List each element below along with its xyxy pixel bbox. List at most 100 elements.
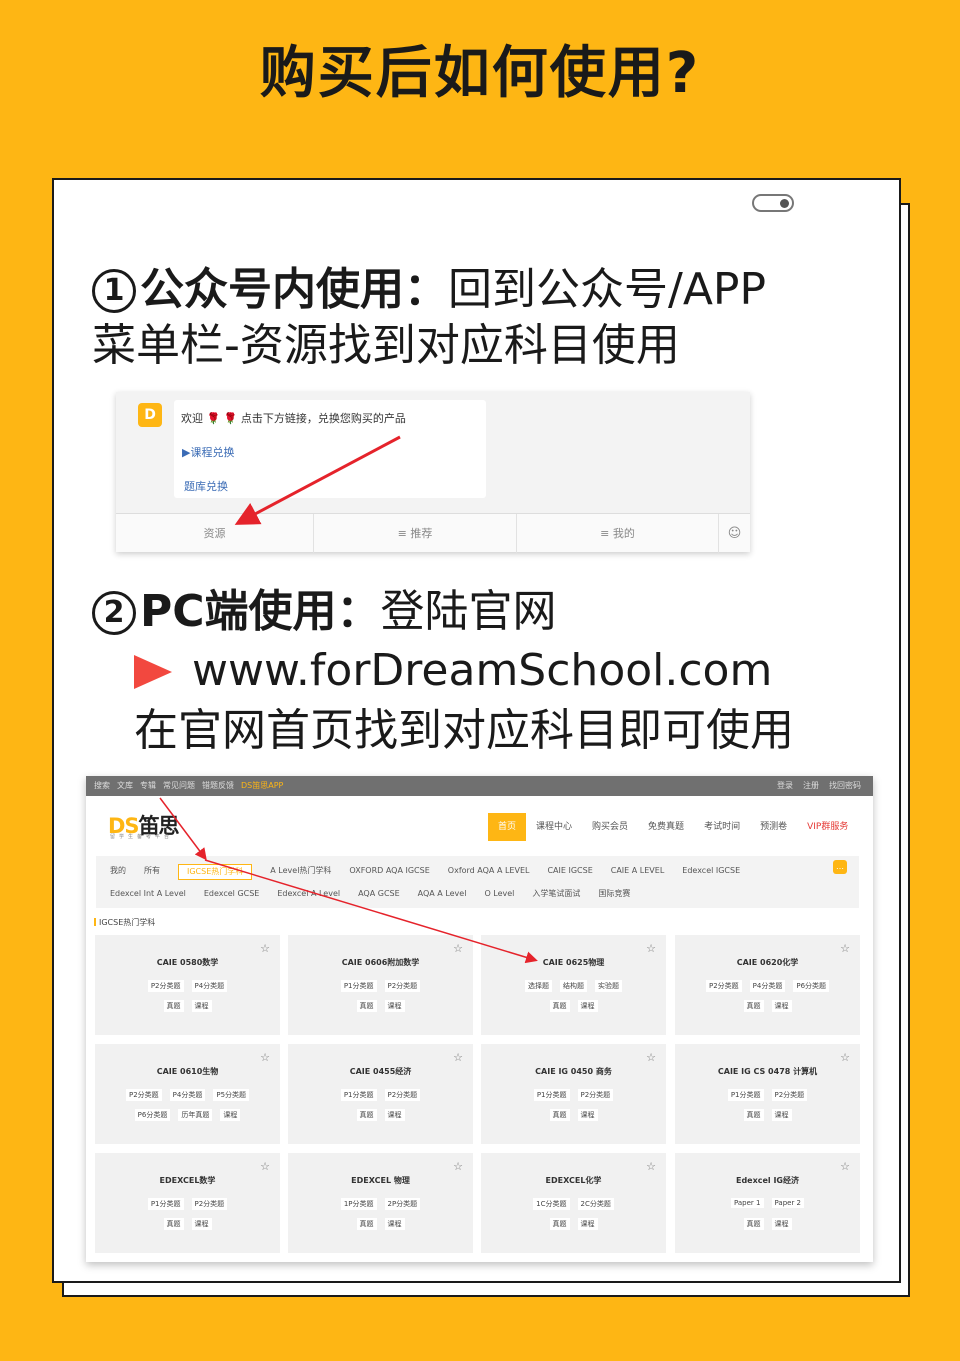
tile-link[interactable]: 选择题 [525,980,552,992]
tile-link[interactable]: 真题 [549,1000,570,1012]
favorite-star-icon[interactable]: ☆ [453,1160,463,1173]
subject-tile[interactable]: ☆ CAIE 0625物理 选择题 结构题 实验题 真题 课程 [481,935,666,1035]
tile-link[interactable]: 结构题 [560,980,587,992]
subject-tile[interactable]: ☆ CAIE 0620化学 P2分类题 P4分类题 P6分类题 真题 课程 [675,935,860,1035]
subject-tab[interactable]: AQA GCSE [358,887,400,901]
favorite-star-icon[interactable]: ☆ [260,1160,270,1173]
menu-item-mine[interactable]: ≡ 我的 [517,514,719,553]
topbar-link[interactable]: 专辑 [140,781,156,790]
subject-tab[interactable]: CAIE A LEVEL [611,864,665,880]
tile-link[interactable]: P1分类题 [147,1198,184,1210]
topbar-link[interactable]: 搜索 [94,781,110,790]
topbar-app-link[interactable]: DS笛思APP [241,781,283,790]
topbar-account-link[interactable]: 登录 [777,781,793,790]
tile-link[interactable]: 1P分类题 [340,1198,377,1210]
subject-tile[interactable]: ☆ EDEXCEL数学 P1分类题 P2分类题 真题 课程 [95,1153,280,1253]
subject-tab[interactable]: A Level热门学科 [270,864,331,880]
tile-link[interactable]: P4分类题 [169,1089,206,1101]
favorite-star-icon[interactable]: ☆ [646,1160,656,1173]
tile-link[interactable]: 课程 [771,1000,792,1012]
subject-tab[interactable]: O Level [484,887,514,901]
favorite-star-icon[interactable]: ☆ [840,1051,850,1064]
subject-tab[interactable]: IGCSE热门学科 [178,864,253,880]
tile-link[interactable]: 课程 [771,1109,792,1121]
tile-link[interactable]: P1分类题 [340,1089,377,1101]
tile-link[interactable]: 课程 [771,1218,792,1230]
subject-tab[interactable]: Edexcel GCSE [204,887,260,901]
tile-link[interactable]: P5分类题 [213,1089,250,1101]
subject-tab[interactable]: OXFORD AQA IGCSE [349,864,429,880]
tile-link[interactable]: P1分类题 [340,980,377,992]
subject-tile[interactable]: ☆ CAIE 0455经济 P1分类题 P2分类题 真题 课程 [288,1044,473,1144]
favorite-star-icon[interactable]: ☆ [646,1051,656,1064]
tile-link[interactable]: P1分类题 [727,1089,764,1101]
subject-tab[interactable]: 国际竞赛 [598,887,630,901]
nav-item[interactable]: 首页 [488,813,527,841]
topbar-account-link[interactable]: 注册 [803,781,819,790]
subject-tab[interactable]: 我的 [110,864,126,880]
tile-link[interactable]: 2P分类题 [384,1198,421,1210]
favorite-star-icon[interactable]: ☆ [840,1160,850,1173]
tile-link[interactable]: P2分类题 [384,980,421,992]
tile-link[interactable]: 课程 [191,1218,212,1230]
tile-link[interactable]: 真题 [743,1218,764,1230]
tile-link[interactable]: 课程 [220,1109,241,1121]
tile-link[interactable]: 课程 [384,1000,405,1012]
tile-link[interactable]: 真题 [356,1000,377,1012]
nav-item[interactable]: 预测卷 [750,813,797,841]
subject-tab[interactable]: Edexcel Int A Level [110,887,186,901]
tile-link[interactable]: P4分类题 [749,980,786,992]
favorite-star-icon[interactable]: ☆ [260,1051,270,1064]
topbar-account-link[interactable]: 找回密码 [829,781,861,790]
tile-link[interactable]: P1分类题 [533,1089,570,1101]
tile-link[interactable]: 真题 [743,1000,764,1012]
subject-tab[interactable]: Edexcel IGCSE [682,864,740,880]
tile-link[interactable]: 课程 [577,1109,598,1121]
tile-link[interactable]: P2分类题 [147,980,184,992]
tile-link[interactable]: 真题 [549,1218,570,1230]
menu-item-recommend[interactable]: ≡ 推荐 [314,514,517,553]
tile-link[interactable]: P2分类题 [125,1089,162,1101]
favorite-star-icon[interactable]: ☆ [646,942,656,955]
subject-tab[interactable]: Edexcel A Level [277,887,340,901]
tile-link[interactable]: P2分类题 [191,1198,228,1210]
topbar-link[interactable]: 常见问题 [163,781,195,790]
tile-link[interactable]: 课程 [577,1218,598,1230]
tile-link[interactable]: P2分类题 [577,1089,614,1101]
tile-link[interactable]: 实验题 [595,980,622,992]
topbar-link[interactable]: 错题反馈 [202,781,234,790]
nav-item[interactable]: 考试时间 [694,813,750,841]
nav-item[interactable]: VIP群服务 [797,813,858,841]
tile-link[interactable]: 2C分类题 [577,1198,614,1210]
tile-link[interactable]: P2分类题 [705,980,742,992]
nav-item[interactable]: 课程中心 [526,813,582,841]
tile-link[interactable]: 课程 [384,1109,405,1121]
tile-link[interactable]: Paper 1 [730,1198,764,1208]
subject-tile[interactable]: ☆ EDEXCEL化学 1C分类题 2C分类题 真题 课程 [481,1153,666,1253]
subject-tile[interactable]: ☆ CAIE 0606附加数学 P1分类题 P2分类题 真题 课程 [288,935,473,1035]
tile-link[interactable]: 真题 [163,1000,184,1012]
chat-icon[interactable]: … [833,860,847,874]
menu-item-resources[interactable]: 资源 [116,514,314,553]
tile-link[interactable]: 真题 [356,1218,377,1230]
tile-link[interactable]: Paper 2 [771,1198,805,1208]
tile-link[interactable]: 历年真题 [178,1109,213,1121]
subject-tile[interactable]: ☆ CAIE 0610生物 P2分类题 P4分类题 P5分类题 P6分类题 历年真题 课程 [95,1044,280,1144]
course-redeem-link[interactable]: ▶课程兑换 [182,444,234,460]
favorite-star-icon[interactable]: ☆ [260,942,270,955]
tile-link[interactable]: 1C分类题 [533,1198,570,1210]
favorite-star-icon[interactable]: ☆ [453,1051,463,1064]
subject-tab[interactable]: 入学笔试面试 [532,887,580,901]
tile-link[interactable]: P4分类题 [191,980,228,992]
tile-link[interactable]: 真题 [743,1109,764,1121]
subject-tile[interactable]: ☆ CAIE 0580数学 P2分类题 P4分类题 真题 课程 [95,935,280,1035]
favorite-star-icon[interactable]: ☆ [453,942,463,955]
tile-link[interactable]: P2分类题 [384,1089,421,1101]
subject-tile[interactable]: ☆ Edexcel IG经济 Paper 1 Paper 2 真题 课程 [675,1153,860,1253]
tile-link[interactable]: P2分类题 [771,1089,808,1101]
nav-item[interactable]: 购买会员 [582,813,638,841]
tile-link[interactable]: P6分类题 [134,1109,171,1121]
keyboard-toggle-icon[interactable]: ☺ [719,514,750,553]
subject-tab[interactable]: AQA A Level [418,887,467,901]
question-bank-redeem-link[interactable]: 题库兑换 [184,478,228,494]
